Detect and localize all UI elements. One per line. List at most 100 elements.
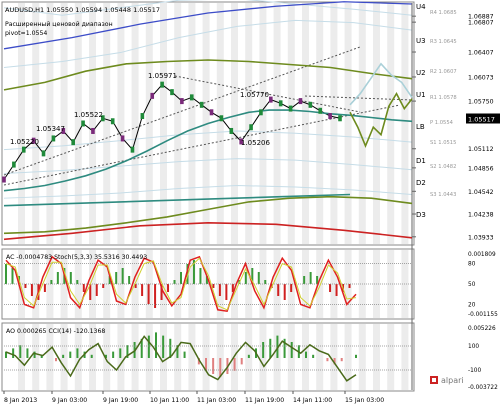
x-tick-label: 14 Jan 11:00 [293,397,332,404]
ac-bar [76,280,79,284]
y-tick-label: 1.06807 [468,20,494,27]
ac-bar [180,272,182,284]
candle [12,161,16,168]
ao-bar [90,354,93,358]
grid-stripe [344,3,352,244]
pivot-label: R4 1.0685 [430,10,457,16]
candle [170,89,174,96]
ac-bar [212,284,215,288]
ao-bar [76,348,79,358]
price-annotation: 1.05206 [241,139,270,147]
ao-bar [312,354,315,358]
ao-bar [69,351,72,358]
grid-stripe [103,3,111,244]
ac-bar [5,264,7,284]
symbol-line: AUDUSD,H1 1.05550 1.05594 1.05448 1.0551… [5,6,160,14]
candle [269,96,273,103]
ac-bar [309,272,312,284]
ac-bar [167,284,170,292]
grid-stripe [131,3,139,244]
grid-stripe [89,3,96,244]
ao-bar [55,358,57,362]
pivot-label: S3 1.0443 [430,192,456,198]
candle [288,105,293,112]
candle [298,98,303,105]
level-label: LB [416,123,425,131]
ao-bar [269,338,272,358]
ao-bar [240,358,243,365]
ac-stoch-tick: -0.001155 [468,312,498,318]
price-annotation: 1.05971 [148,72,177,80]
x-tick-label: 11 Jan 03:00 [197,397,236,404]
ac-bar [277,284,280,296]
candle [130,146,135,153]
chart-canvas: U4 U3 U2 U1 LB D1 D2 D3 R4 1.0685 R3 1.0645 R2 1.… [0,0,500,408]
ao-bar [162,335,165,358]
grid-stripe [316,324,324,390]
ao-bar [183,351,186,358]
grid-stripe [401,3,409,244]
candle [21,146,26,153]
pivot-label: R3 1.0645 [430,39,457,45]
level-label: U3 [416,37,426,45]
grid-stripe [358,3,366,244]
current-price-label: 1.05517 [468,115,495,123]
grid-stripe [160,3,167,244]
ao-bar [19,345,22,358]
ao-bar [212,358,215,374]
candle [308,101,313,108]
grid-stripe [32,3,40,244]
pivot-label: S2 1.0482 [430,164,456,170]
grid-stripe [145,3,153,244]
ac-bar [30,284,33,296]
grid-stripe [330,3,338,244]
ac-bar [329,284,332,292]
grid-stripe [287,3,295,244]
price-annotation: 1.05347 [36,125,65,133]
candle [318,107,323,114]
y-tick-label: 1.04542 [468,189,494,196]
ac-stoch-title: AC -0.0004783 Stoch(5,3,3) 35.5316 30.44… [6,254,147,261]
ao-bar [340,358,343,362]
level-label: U1 [416,91,426,99]
ao-bar [326,358,329,362]
ac-bar [95,284,98,296]
grid-stripe [74,3,82,244]
candle [150,92,155,99]
ao-bar [147,335,150,358]
grid-stripe [373,324,380,390]
candle [71,139,75,146]
candle [328,113,332,120]
candle [120,135,125,142]
ac-bar [257,272,260,284]
candle [189,94,194,101]
ao-bar [262,342,265,358]
candle [41,150,46,157]
ac-bar [290,284,293,292]
grid-stripe [245,3,253,244]
x-tick-label: 15 Jan 03:00 [345,397,384,404]
ac-bar [147,284,150,304]
ac-bar [335,284,338,296]
candle [278,100,283,107]
ao-bar [290,342,293,358]
grid-stripe [202,324,210,390]
level-label: D3 [416,211,426,219]
ao-bar [155,332,157,358]
grid-stripe [358,324,366,390]
grid-stripe [373,3,380,244]
grid-stripe [401,324,409,390]
price-annotation: 1.05522 [74,111,103,119]
candle [81,120,85,127]
ao-bar [305,351,307,358]
grid-stripe [316,3,324,244]
grid-stripe [188,324,196,390]
grid-stripe [387,324,395,390]
ao-cci-tick: -100 [468,368,481,374]
grid-stripe [188,3,196,244]
ao-bar [247,354,250,358]
ac-bar [141,284,144,296]
y-tick-label: 1.06407 [468,50,494,57]
level-label: U4 [416,3,426,11]
candle [259,109,263,116]
